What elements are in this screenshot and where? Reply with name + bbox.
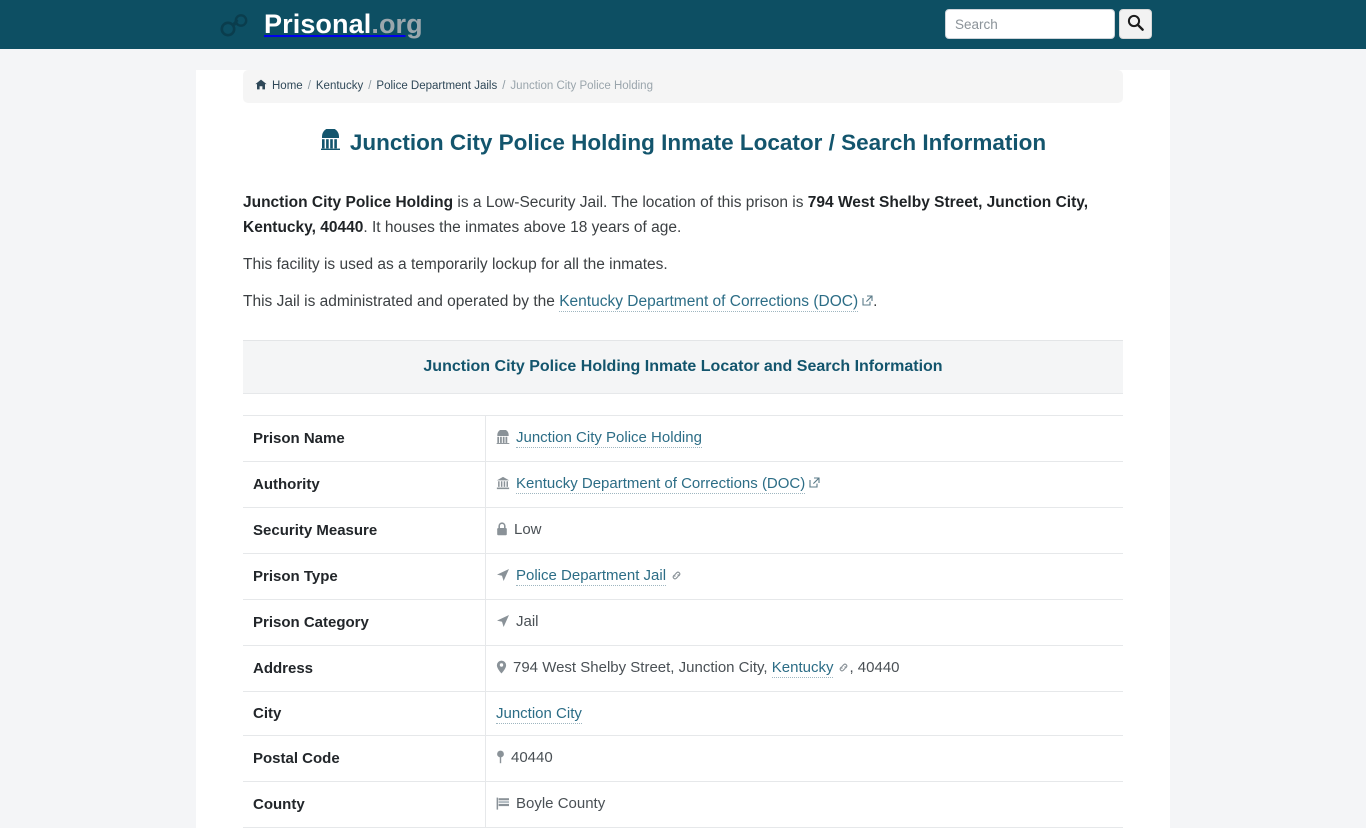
page-title-text: Junction City Police Holding Inmate Loca…	[349, 129, 1047, 155]
table-row: County Boyle County	[243, 781, 1124, 828]
page-title: Junction City Police Holding Inmate Loca…	[243, 127, 1123, 157]
row-value-county: Boyle County	[486, 782, 1124, 828]
authority-link[interactable]: Kentucky Department of Corrections (DOC)	[516, 475, 806, 495]
row-label-city: City	[243, 691, 486, 736]
external-link-icon	[809, 475, 820, 492]
intro-paragraph-2: This facility is used as a temporarily l…	[243, 255, 668, 273]
breadcrumb: Home / Kentucky / Police Department Jail…	[243, 70, 1123, 103]
search-input[interactable]	[945, 9, 1115, 39]
breadcrumb-item-current: Junction City Police Holding	[510, 79, 653, 92]
home-icon	[255, 79, 267, 94]
row-label-prison-category: Prison Category	[243, 599, 486, 646]
table-row: Security Measure Low	[243, 507, 1124, 554]
handcuffs-icon	[220, 12, 250, 38]
breadcrumb-item-police-department-jails[interactable]: Police Department Jails	[376, 80, 497, 93]
table-row: Authority Kentucky Department of Correct…	[243, 461, 1124, 508]
address-state-link[interactable]: Kentucky	[771, 659, 834, 679]
breadcrumb-separator: /	[307, 79, 311, 92]
brand-logo-link[interactable]: Prisonal.org	[220, 11, 423, 38]
row-value-prison-name: Junction City Police Holding	[486, 416, 1124, 462]
row-value-city: Junction City	[486, 692, 1124, 736]
breadcrumb-separator: /	[502, 79, 506, 92]
chain-link-icon	[671, 568, 682, 585]
location-arrow-icon	[496, 568, 510, 586]
row-label-address: Address	[243, 645, 486, 692]
facility-name-bold: Junction City Police Holding	[243, 193, 454, 211]
postal-code-value: 40440	[511, 749, 553, 767]
row-label-security-measure: Security Measure	[243, 507, 486, 554]
table-row: Prison Category Jail	[243, 599, 1124, 646]
search-form	[945, 9, 1152, 39]
prison-name-link[interactable]: Junction City Police Holding	[516, 429, 702, 449]
intro-text-after-link: .	[873, 293, 878, 311]
table-row: Prison Type Police Department Jail	[243, 553, 1124, 600]
table-row: Prison Name Junction City Police Holding	[243, 415, 1124, 462]
row-value-authority: Kentucky Department of Corrections (DOC)	[486, 462, 1124, 508]
flag-icon	[496, 797, 510, 814]
intro-paragraph-1: Junction City Police Holding is a Low-Se…	[243, 190, 1123, 240]
lock-icon	[496, 522, 508, 540]
address-prefix: 794 West Shelby Street, Junction City,	[513, 659, 772, 677]
row-label-authority: Authority	[243, 461, 486, 508]
chain-link-icon	[838, 660, 849, 677]
page-container: Home / Kentucky / Police Department Jail…	[196, 70, 1170, 828]
row-label-prison-name: Prison Name	[243, 415, 486, 462]
intro-paragraph-3: This Jail is administrated and operated …	[243, 289, 1123, 314]
row-value-postal-code: 40440	[486, 736, 1124, 782]
prison-info-table: Prison Name Junction City Police Holding…	[243, 415, 1123, 828]
jail-building-icon	[320, 127, 341, 157]
intro-copy: Junction City Police Holding is a Low-Se…	[243, 190, 1123, 314]
external-link-icon	[862, 289, 873, 314]
table-row: Postal Code 40440	[243, 735, 1124, 782]
row-label-postal-code: Postal Code	[243, 735, 486, 782]
row-value-prison-type: Police Department Jail	[486, 554, 1124, 600]
table-row: Address 794 West Shelby Street, Junction…	[243, 645, 1124, 692]
site-header: Prisonal.org	[0, 0, 1366, 49]
breadcrumb-separator: /	[368, 79, 372, 92]
county-value: Boyle County	[516, 795, 606, 813]
intro-text-before-link: This Jail is administrated and operated …	[243, 293, 560, 311]
intro-text-part2: . It houses the inmates above 18 years o…	[363, 218, 682, 236]
table-caption: Junction City Police Holding Inmate Loca…	[243, 341, 1123, 395]
prison-category-value: Jail	[516, 613, 539, 631]
map-pin-icon	[496, 750, 505, 768]
search-icon	[1127, 14, 1144, 34]
prison-type-link[interactable]: Police Department Jail	[516, 567, 667, 587]
row-label-county: County	[243, 781, 486, 828]
brand-tld: .org	[371, 9, 423, 39]
location-arrow-icon	[496, 614, 510, 632]
table-row: City Junction City	[243, 691, 1124, 736]
security-measure-value: Low	[514, 521, 542, 539]
row-value-security-measure: Low	[486, 508, 1124, 554]
breadcrumb-item-home[interactable]: Home	[272, 80, 303, 93]
doc-authority-link[interactable]: Kentucky Department of Corrections (DOC)	[559, 293, 859, 313]
row-value-address: 794 West Shelby Street, Junction City, K…	[486, 646, 1124, 692]
city-link[interactable]: Junction City	[496, 705, 582, 725]
search-button[interactable]	[1119, 9, 1152, 39]
brand-name: Prisonal.org	[264, 9, 423, 39]
address-suffix: , 40440	[849, 659, 900, 677]
row-value-prison-category: Jail	[486, 600, 1124, 646]
map-marker-icon	[496, 660, 507, 678]
intro-text-part1: is a Low-Security Jail. The location of …	[453, 193, 808, 211]
breadcrumb-item-kentucky[interactable]: Kentucky	[316, 80, 363, 93]
bank-building-icon	[496, 476, 510, 494]
jail-building-icon	[496, 429, 510, 448]
row-label-prison-type: Prison Type	[243, 553, 486, 600]
